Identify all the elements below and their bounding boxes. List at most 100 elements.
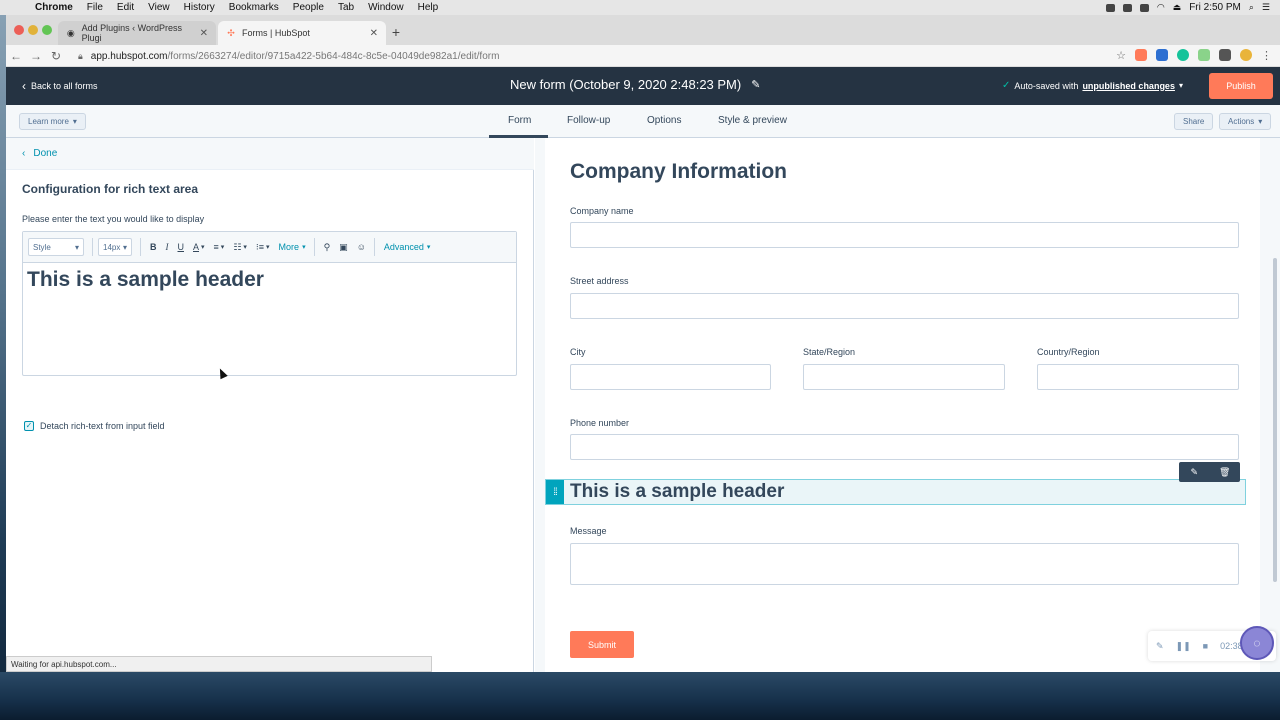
new-tab-button[interactable]: + (388, 24, 404, 40)
browser-tab-wordpress[interactable]: ◉ Add Plugins ‹ WordPress Plugi ✕ (58, 21, 216, 45)
pause-icon[interactable]: ❚❚ (1176, 641, 1191, 652)
lock-icon[interactable]: 🔒︎ (78, 51, 83, 62)
city-input[interactable] (570, 364, 771, 390)
pencil-icon[interactable]: ✎ (751, 78, 760, 91)
drag-handle-icon[interactable]: ⁞⁞ (546, 480, 564, 504)
company-name-label: Company name (570, 206, 634, 216)
menu-list-icon[interactable]: ☰ (1262, 2, 1270, 13)
grammarly-icon[interactable] (1177, 49, 1189, 61)
stop-icon[interactable]: ■ (1203, 641, 1208, 651)
bookmark-star-icon[interactable]: ☆ (1116, 49, 1126, 62)
font-size-select[interactable]: 14px ▾ (98, 238, 132, 256)
browser-tab-hubspot[interactable]: ✣ Forms | HubSpot ✕ (218, 21, 386, 45)
window-close-button[interactable] (14, 25, 24, 35)
extension-icon[interactable] (1156, 49, 1168, 61)
unpublished-changes-link[interactable]: unpublished changes (1082, 81, 1175, 91)
menu-view[interactable]: View (141, 2, 177, 13)
more-menu-icon[interactable]: ⋮ (1261, 49, 1272, 62)
menu-help[interactable]: Help (411, 2, 446, 13)
country-region-input[interactable] (1037, 364, 1239, 390)
text-color-button[interactable]: A ▾ (193, 242, 205, 252)
tab-form[interactable]: Form (508, 115, 531, 126)
done-link[interactable]: ‹ Done (22, 148, 57, 159)
reload-icon[interactable]: ↻ (46, 49, 66, 63)
publish-button[interactable]: Publish (1209, 73, 1273, 99)
config-title: Configuration for rich text area (22, 182, 199, 196)
more-label: More (278, 242, 300, 252)
trash-icon[interactable]: 🗑︎ (1210, 467, 1241, 478)
city-label: City (570, 347, 586, 357)
extension-icon[interactable] (1198, 49, 1210, 61)
align-button[interactable]: ≡ ▾ (214, 242, 225, 252)
pencil-icon[interactable]: ✎ (1179, 467, 1210, 478)
menu-chrome[interactable]: Chrome (28, 2, 80, 13)
editor-instruction: Please enter the text you would like to … (22, 214, 205, 224)
pen-icon[interactable]: ✎ (1156, 641, 1164, 652)
back-arrow-icon[interactable]: ← (6, 49, 26, 63)
battery-icon[interactable] (1139, 3, 1149, 12)
hubspot-header: ‹ Back to all forms New form (October 9,… (6, 67, 1280, 105)
tab-follow-up[interactable]: Follow-up (567, 115, 610, 126)
caret-down-icon: ▾ (302, 244, 306, 251)
state-region-label: State/Region (803, 347, 856, 357)
underline-button[interactable]: U (178, 242, 185, 252)
google-icon[interactable] (1240, 49, 1252, 61)
menu-window[interactable]: Window (361, 2, 411, 13)
puzzle-icon[interactable] (1219, 49, 1231, 61)
status-icon[interactable] (1122, 3, 1132, 12)
menu-history[interactable]: History (177, 2, 222, 13)
rich-text-block-selected[interactable]: ⁞⁞ This is a sample header (545, 479, 1246, 505)
numbered-list-button[interactable]: ⁝≡ ▾ (256, 242, 270, 253)
tab-style-preview[interactable]: Style & preview (718, 115, 787, 126)
editor-content-header[interactable]: This is a sample header (27, 268, 264, 292)
menu-edit[interactable]: Edit (110, 2, 141, 13)
rich-text-editor[interactable]: Style ▾ 14px ▾ B I U A ▾ ≡ ▾ ☷ ▾ ⁝≡ ▾ Mo… (22, 231, 517, 376)
share-button[interactable]: Share (1174, 113, 1214, 130)
menu-people[interactable]: People (286, 2, 331, 13)
chevron-left-icon: ‹ (22, 79, 26, 93)
menu-tab[interactable]: Tab (331, 2, 361, 13)
window-zoom-button[interactable] (42, 25, 52, 35)
recorder-camera-bubble-icon[interactable]: ◌ (1240, 626, 1274, 660)
street-address-input[interactable] (570, 293, 1239, 319)
forward-arrow-icon[interactable]: → (26, 49, 46, 63)
emoji-icon[interactable]: ☺ (357, 242, 366, 252)
close-icon[interactable]: ✕ (370, 28, 378, 39)
caret-down-icon[interactable]: ▾ (1179, 81, 1183, 90)
submit-button[interactable]: Submit (570, 631, 634, 658)
advanced-button[interactable]: Advanced ▾ (384, 242, 431, 252)
hubspot-extension-icon[interactable] (1135, 49, 1147, 61)
back-to-forms-link[interactable]: ‹ Back to all forms (22, 79, 98, 93)
window-minimize-button[interactable] (28, 25, 38, 35)
wifi-icon[interactable]: ◠ (1157, 2, 1165, 13)
spotlight-search-icon[interactable]: ⌕ (1249, 2, 1254, 13)
italic-button[interactable]: I (166, 242, 169, 252)
menu-bookmarks[interactable]: Bookmarks (222, 2, 286, 13)
eject-icon[interactable]: ⏏ (1173, 2, 1182, 13)
state-region-input[interactable] (803, 364, 1005, 390)
actions-button[interactable]: Actions ▾ (1219, 113, 1272, 130)
menu-file[interactable]: File (80, 2, 110, 13)
bold-button[interactable]: B (150, 242, 157, 252)
more-button[interactable]: More ▾ (279, 242, 306, 252)
detach-checkbox[interactable]: ✓ (24, 421, 34, 431)
company-name-input[interactable] (570, 222, 1239, 248)
caret-down-icon: ▾ (266, 244, 270, 251)
browser-status-bar: Waiting for api.hubspot.com... (6, 656, 432, 672)
detach-rich-text-option[interactable]: ✓ Detach rich-text from input field (24, 421, 165, 431)
address-bar[interactable]: 🔒︎ app.hubspot.com/forms/2663274/editor/… (70, 47, 1132, 65)
bullet-list-button[interactable]: ☷ ▾ (233, 242, 247, 253)
microphone-icon[interactable] (1105, 3, 1115, 12)
image-icon[interactable]: ▣ (339, 242, 348, 253)
style-select[interactable]: Style ▾ (28, 238, 84, 256)
align-left-icon: ≡ (213, 242, 219, 252)
caret-down-icon: ▾ (1258, 117, 1263, 126)
close-icon[interactable]: ✕ (200, 28, 208, 39)
clock-text[interactable]: Fri 2:50 PM (1189, 2, 1241, 13)
preview-scrollbar[interactable] (1273, 258, 1277, 582)
learn-more-button[interactable]: Learn more ▾ (19, 113, 86, 130)
message-textarea[interactable] (570, 543, 1239, 585)
phone-number-input[interactable] (570, 434, 1239, 460)
link-icon[interactable]: ⚲ (324, 242, 331, 253)
tab-options[interactable]: Options (647, 115, 681, 126)
